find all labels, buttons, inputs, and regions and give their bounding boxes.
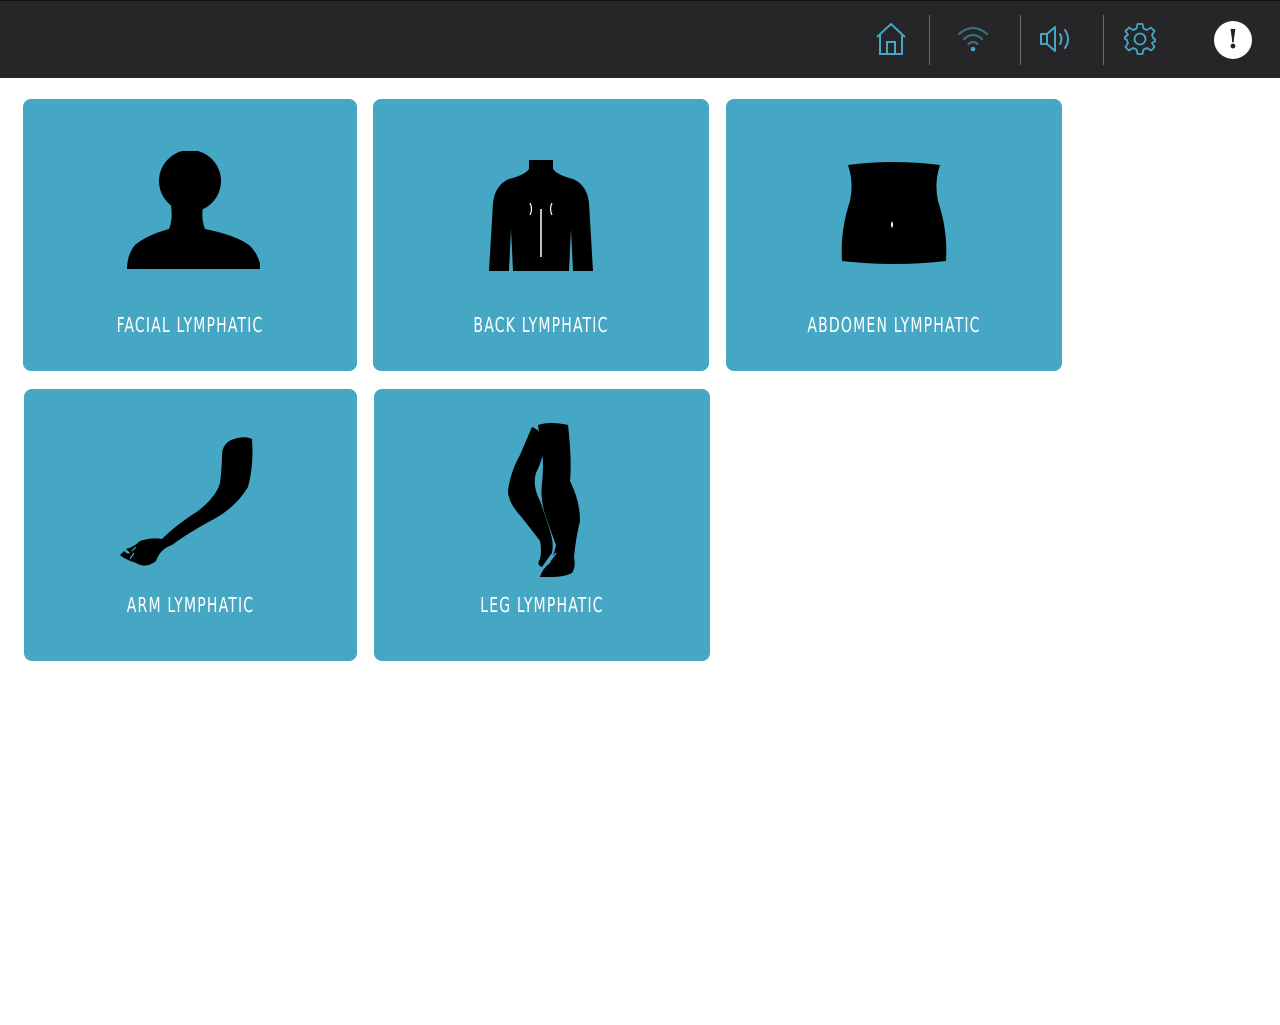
back-silhouette-icon: [373, 157, 709, 273]
tile-label: BACK LYMPHATIC: [473, 313, 609, 337]
tile-label: ARM LYMPHATIC: [126, 593, 255, 617]
divider: [929, 15, 930, 65]
divider: [1020, 15, 1021, 65]
abdomen-silhouette-icon: [726, 161, 1062, 265]
tile-abdomen-lymphatic[interactable]: ABDOMEN LYMPHATIC: [726, 99, 1062, 371]
leg-silhouette-icon: [374, 421, 710, 581]
alert-icon[interactable]: !: [1214, 21, 1252, 59]
tile-back-lymphatic[interactable]: BACK LYMPHATIC: [373, 99, 709, 371]
home-icon[interactable]: [871, 19, 911, 59]
head-silhouette-icon: [23, 151, 357, 271]
gear-icon[interactable]: [1120, 19, 1160, 59]
wifi-icon[interactable]: [953, 19, 993, 59]
tile-leg-lymphatic[interactable]: LEG LYMPHATIC: [374, 389, 710, 661]
tile-arm-lymphatic[interactable]: ARM LYMPHATIC: [24, 389, 357, 661]
tile-facial-lymphatic[interactable]: FACIAL LYMPHATIC: [23, 99, 357, 371]
arm-silhouette-icon: [24, 435, 357, 571]
tile-label: FACIAL LYMPHATIC: [116, 313, 264, 337]
tile-label: LEG LYMPHATIC: [480, 593, 604, 617]
speaker-icon[interactable]: [1037, 19, 1077, 59]
tile-label: ABDOMEN LYMPHATIC: [807, 313, 981, 337]
divider: [1103, 15, 1104, 65]
top-bar: !: [0, 0, 1280, 78]
